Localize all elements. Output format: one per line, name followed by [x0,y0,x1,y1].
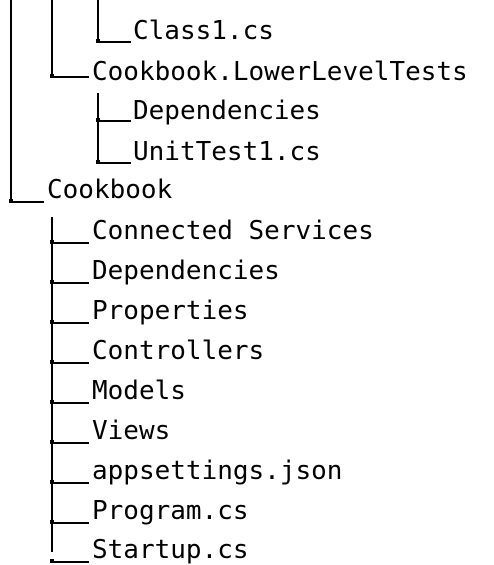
tree-node-label: Controllers [92,336,265,366]
tree-junction [50,520,54,524]
tree-junction [96,118,100,122]
tree-junction [50,440,54,444]
tree-junction [50,400,54,404]
tree-node-label: appsettings.json [92,456,343,486]
tree-junction [50,240,54,244]
tree-node-label: Cookbook.LowerLevelTests [92,57,468,87]
tree-node-label: UnitTest1.cs [133,137,321,167]
tree-junction [50,280,54,284]
tree-connector [51,482,89,484]
tree-connector [51,402,89,404]
tree-node-label: Properties [92,296,249,326]
tree-connector [97,162,131,164]
tree-guide-line [10,0,12,202]
tree-junction [50,320,54,324]
tree-junction [96,39,100,43]
tree-junction [50,559,54,563]
tree-node-label: Program.cs [92,496,249,526]
tree-guide-line [51,217,53,552]
tree-connector [51,322,89,324]
tree-junction [96,160,100,164]
tree-connector [97,120,131,122]
tree-node-label: Cookbook [47,175,173,205]
tree-node-label: Dependencies [133,96,321,126]
tree-guide-line [51,0,53,77]
tree-node-label: Dependencies [92,256,280,286]
tree-connector [51,442,89,444]
tree-node-label: Class1.cs [133,16,274,46]
tree-connector [51,522,89,524]
tree-junction [9,199,13,203]
tree-node-label: Startup.cs [92,535,249,565]
tree-connector [10,201,44,203]
file-tree-diagram: Class1.cs Cookbook.LowerLevelTests Depen… [0,0,494,565]
tree-connector [51,242,89,244]
tree-connector [51,282,89,284]
tree-connector [97,41,131,43]
tree-connector [51,76,89,78]
tree-node-label: Models [92,376,186,406]
tree-junction [50,74,54,78]
tree-guide-line [97,0,99,42]
tree-junction [50,480,54,484]
tree-junction [50,360,54,364]
tree-node-label: Views [92,416,171,446]
tree-connector [51,362,89,364]
tree-node-label: Connected Services [92,216,374,246]
tree-guide-line [97,93,99,163]
